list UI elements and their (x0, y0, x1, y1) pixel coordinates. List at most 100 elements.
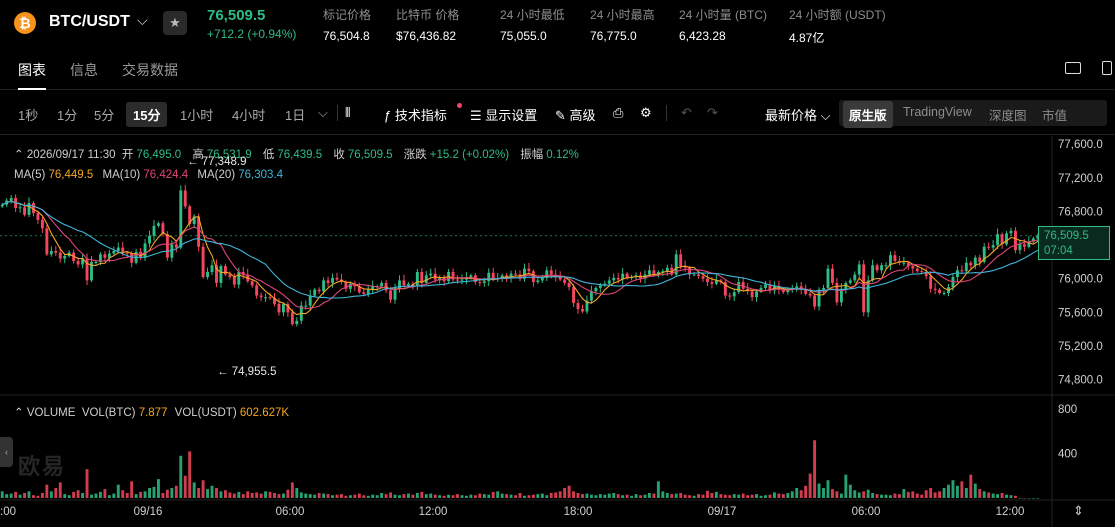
volume-bar (563, 488, 567, 498)
collapse-chevron-icon[interactable]: ⌃ (14, 407, 27, 419)
display-settings-button[interactable]: ☰ 显示设置 (470, 105, 537, 124)
volume-bar (830, 489, 834, 498)
candle-body (884, 265, 888, 267)
tab-chart[interactable]: 图表 (18, 60, 46, 80)
volume-bar (576, 493, 580, 498)
volume-bar (545, 495, 549, 498)
interval-1h[interactable]: 1小时 (180, 105, 213, 124)
volume-bar (456, 494, 459, 498)
volume-bar (375, 495, 379, 498)
candle-body (920, 271, 924, 273)
candle-body (183, 190, 187, 207)
volume-axis-tick-label: 800 (1058, 404, 1077, 416)
volume-bar (973, 483, 977, 498)
candle-body (978, 257, 982, 262)
candle-body (232, 277, 236, 285)
interval-1d[interactable]: 1日 (285, 105, 305, 124)
volume-bar (955, 485, 959, 498)
interval-5m[interactable]: 5分 (94, 105, 114, 124)
volume-bar (0, 491, 4, 498)
candle-body (996, 234, 1000, 246)
settings-gear-icon[interactable]: ⚙ (640, 105, 652, 121)
candle-body (572, 287, 576, 304)
volume-bar (839, 493, 843, 498)
volume-bar (402, 494, 406, 498)
stat-label: 24 小时量 (BTC) (679, 8, 768, 22)
candle-body (40, 219, 44, 229)
volume-bar (549, 493, 553, 498)
volume-bar (781, 494, 785, 498)
screenshot-icon[interactable]: ⎙ (613, 105, 623, 121)
volume-bar (741, 493, 745, 498)
interval-1s[interactable]: 1秒 (18, 105, 38, 124)
volume-bar (157, 479, 160, 498)
candle-body (331, 277, 334, 283)
panel-resize-handle[interactable]: ‹ (0, 437, 13, 467)
candle-body (308, 295, 312, 306)
view-native[interactable]: 原生版 (843, 101, 893, 128)
open-value: 76,495.0 (136, 149, 182, 161)
redo-icon[interactable]: ↷ (707, 105, 718, 121)
volume-bar (491, 491, 495, 498)
trading-pair-selector[interactable]: BTC/USDT (49, 13, 130, 31)
interval-more-chevron-icon[interactable]: ⌵ (318, 105, 328, 121)
window-mode-icon[interactable] (1065, 62, 1081, 74)
volume-bar (978, 489, 982, 498)
candle-body (366, 289, 370, 294)
candle-body (429, 273, 433, 276)
volume-bar (884, 494, 888, 498)
indicators-button[interactable]: ƒ 技术指标 (384, 105, 447, 124)
view-tradingview[interactable]: TradingView (903, 105, 972, 119)
volume-bar (295, 488, 299, 498)
view-depth[interactable]: 深度图 (989, 105, 1027, 124)
advanced-button[interactable]: ✎ 高级 (555, 105, 596, 124)
edit-icon: ✎ (555, 108, 566, 123)
candle-body (567, 282, 571, 288)
volume-bar (90, 494, 93, 498)
favorite-star-button[interactable]: ★ (163, 11, 187, 35)
stat-value: 76,775.0 (590, 29, 637, 43)
candle-type-icon[interactable]: ⫴ (345, 105, 350, 121)
collapse-chevron-icon[interactable]: ⌃ (14, 149, 27, 161)
interval-1m[interactable]: 1分 (57, 105, 77, 124)
close-label: 收 (333, 149, 345, 161)
indicator-icon: ƒ (384, 108, 392, 123)
undo-icon[interactable]: ↶ (681, 105, 692, 121)
volume-bar (929, 488, 933, 498)
stat-value: $76,436.82 (396, 29, 457, 43)
candle-body (143, 243, 147, 258)
volume-bar (679, 493, 683, 498)
ma5-value: 76,449.5 (48, 169, 94, 181)
volume-bar (857, 492, 861, 498)
fit-scale-icon[interactable]: ⇕ (1073, 503, 1084, 519)
volume-bar (107, 495, 111, 498)
interval-15m[interactable]: 15分 (126, 102, 168, 127)
volume-bar (447, 494, 451, 498)
candle-body (402, 280, 406, 286)
price-type-select[interactable]: 最新价格 ⌵ (765, 105, 831, 124)
volume-bar (906, 491, 910, 498)
fullscreen-icon[interactable] (1102, 61, 1112, 75)
candlestick-chart[interactable]: 77,600.077,200.076,800.076,400.076,000.0… (0, 136, 1115, 527)
candle-body (692, 274, 696, 276)
volume-bar (647, 493, 651, 498)
volume-bar (683, 494, 687, 498)
ma10-label: MA(10) (102, 169, 141, 181)
volume-bar (335, 494, 339, 498)
tab-info[interactable]: 信息 (70, 60, 98, 80)
volume-bar (420, 491, 424, 498)
volume-bar (54, 488, 58, 498)
tab-trading-data[interactable]: 交易数据 (122, 60, 178, 80)
view-market-cap[interactable]: 市值 (1042, 105, 1067, 124)
volume-bar (589, 494, 593, 498)
volume-bar (340, 494, 343, 498)
chevron-down-icon: ⌵ (820, 108, 831, 123)
volume-bar (250, 493, 254, 498)
volume-bar (1009, 495, 1013, 498)
candle-body (322, 280, 326, 292)
volume-bar (277, 494, 281, 498)
interval-4h[interactable]: 4小时 (232, 105, 265, 124)
chevron-down-icon[interactable]: ⌵ (137, 12, 148, 29)
candle-body (1009, 230, 1013, 234)
volume-bar (139, 491, 143, 498)
